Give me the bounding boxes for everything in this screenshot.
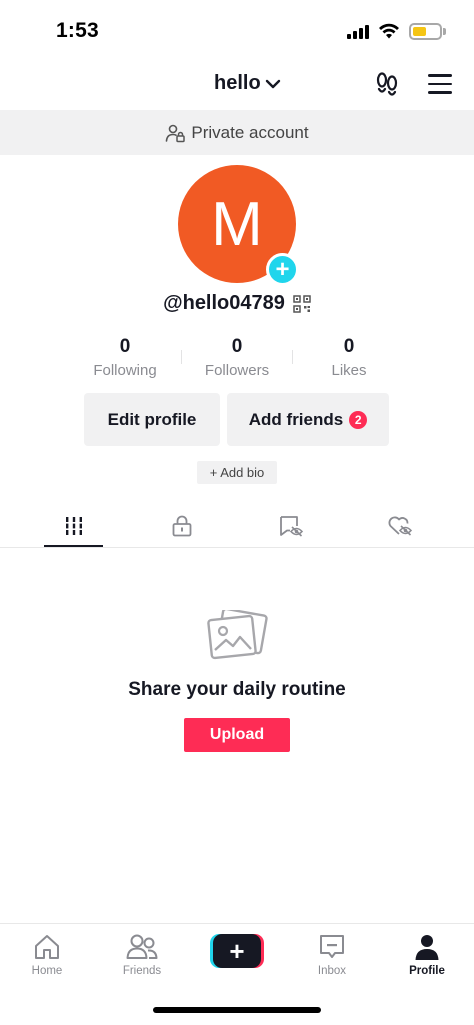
home-icon <box>35 935 59 959</box>
private-account-banner: Private account <box>0 110 474 155</box>
eye-slash-bookmark-icon <box>280 516 304 537</box>
status-bar: 1:53 <box>0 0 474 60</box>
stat-following[interactable]: 0 Following <box>70 336 180 379</box>
tab-videos[interactable] <box>44 505 104 547</box>
followers-label: Followers <box>204 362 270 379</box>
plus-icon: + <box>275 255 290 283</box>
tab-liked[interactable] <box>370 505 430 547</box>
nav-home-label: Home <box>31 965 63 977</box>
add-bio-button[interactable]: + Add bio <box>197 461 277 484</box>
active-tab-indicator <box>44 545 103 547</box>
person-lock-icon <box>166 124 186 142</box>
likes-count: 0 <box>343 336 355 357</box>
footprints-icon[interactable] <box>373 70 401 98</box>
photos-icon <box>207 610 268 660</box>
private-account-label: Private account <box>191 122 309 142</box>
following-count: 0 <box>119 336 131 357</box>
nav-profile-label: Profile <box>409 965 445 977</box>
nav-inbox[interactable]: Inbox <box>292 932 372 977</box>
edit-profile-button[interactable]: Edit profile <box>84 393 220 446</box>
add-photo-button[interactable]: + <box>266 253 299 286</box>
create-button[interactable]: + <box>210 934 264 968</box>
lock-icon <box>172 515 192 537</box>
top-nav: hello <box>0 60 474 110</box>
nav-home[interactable]: Home <box>7 932 87 977</box>
username-row: @hello04789 <box>0 292 474 315</box>
battery-cap <box>443 28 446 35</box>
avatar-initial: M <box>211 189 263 259</box>
friends-icon <box>126 934 158 959</box>
add-friends-button[interactable]: Add friends 2 <box>227 393 389 446</box>
tab-reposts[interactable] <box>261 505 321 547</box>
chevron-down-icon <box>265 79 280 88</box>
notification-badge: 2 <box>349 410 368 429</box>
add-friends-label: Add friends <box>248 409 344 429</box>
followers-count: 0 <box>231 336 243 357</box>
nav-inbox-label: Inbox <box>317 965 347 977</box>
username: @hello04789 <box>163 292 285 314</box>
nav-profile[interactable]: Profile <box>387 932 467 977</box>
battery-icon <box>409 23 442 40</box>
account-switcher[interactable]: hello <box>214 72 281 95</box>
create-plus-icon: + <box>229 936 245 966</box>
nav-friends-label: Friends <box>122 965 162 977</box>
heart-slash-icon <box>388 516 413 536</box>
qr-code-icon[interactable] <box>293 294 311 313</box>
grid-bars-icon <box>64 517 84 535</box>
empty-state-title: Share your daily routine <box>128 679 346 700</box>
inbox-icon <box>320 935 344 958</box>
following-label: Following <box>93 362 157 379</box>
hamburger-menu-icon[interactable] <box>428 74 452 94</box>
home-indicator <box>153 1007 321 1013</box>
stat-likes[interactable]: 0 Likes <box>294 336 404 379</box>
cellular-signal-icon <box>347 25 371 39</box>
likes-label: Likes <box>331 362 367 379</box>
tab-private[interactable] <box>152 505 212 547</box>
account-name: hello <box>214 72 261 94</box>
profile-icon <box>415 935 439 960</box>
content-tabs <box>0 505 474 548</box>
status-time: 1:53 <box>56 19 99 42</box>
battery-level <box>413 27 426 36</box>
profile-stats: 0 Following 0 Followers 0 Likes <box>0 336 474 380</box>
nav-friends[interactable]: Friends <box>102 932 182 977</box>
stat-divider <box>292 350 293 364</box>
stat-followers[interactable]: 0 Followers <box>182 336 292 379</box>
upload-button[interactable]: Upload <box>184 718 290 752</box>
wifi-icon <box>379 23 399 39</box>
